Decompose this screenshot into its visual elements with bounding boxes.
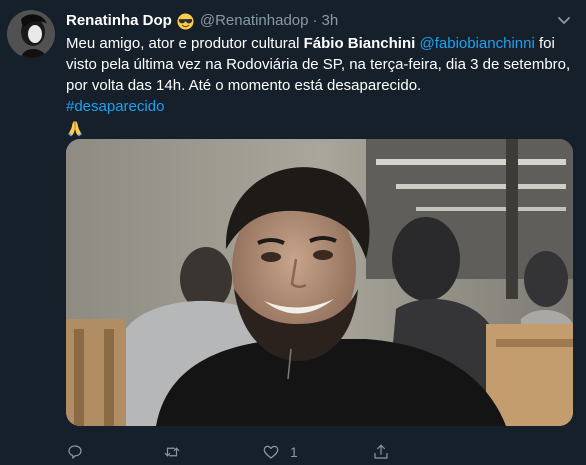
share-button[interactable]: [372, 440, 390, 464]
photo-image: [66, 139, 573, 426]
hashtag-link[interactable]: #desaparecido: [66, 98, 164, 115]
tweet-header: Renatinha Dop @Renatinhadop · 3h: [66, 9, 556, 31]
display-name[interactable]: Renatinha Dop: [66, 12, 172, 29]
heart-icon: [263, 445, 279, 459]
tweet[interactable]: Renatinha Dop @Renatinhadop · 3h Meu ami…: [0, 0, 586, 465]
reply-button[interactable]: [66, 440, 84, 464]
retweet-icon: [164, 447, 180, 457]
like-button[interactable]: 1: [262, 440, 298, 464]
avatar-photo: [7, 10, 55, 58]
sunglasses-emoji-icon: [177, 12, 194, 30]
folded-hands-emoji-icon: [66, 119, 84, 137]
reply-icon: [68, 445, 82, 459]
retweet-button[interactable]: [163, 440, 181, 464]
chevron-down-icon[interactable]: [556, 12, 572, 28]
tweet-text-bold-name: Fábio Bianchini: [303, 35, 416, 52]
share-icon: [374, 444, 388, 459]
tweet-actions: 1: [66, 440, 576, 464]
tweet-photo[interactable]: [66, 139, 573, 426]
separator-dot: ·: [312, 11, 318, 29]
tweet-timestamp[interactable]: 3h: [321, 12, 338, 29]
mention-link[interactable]: @fabiobianchinni: [419, 35, 534, 52]
user-handle[interactable]: @Renatinhadop: [200, 12, 309, 29]
tweet-text: Meu amigo, ator e produtor cultural Fábi…: [66, 33, 576, 143]
avatar[interactable]: [7, 10, 55, 58]
tweet-text-part1: Meu amigo, ator e produtor cultural: [66, 35, 304, 52]
like-count: 1: [290, 444, 298, 460]
